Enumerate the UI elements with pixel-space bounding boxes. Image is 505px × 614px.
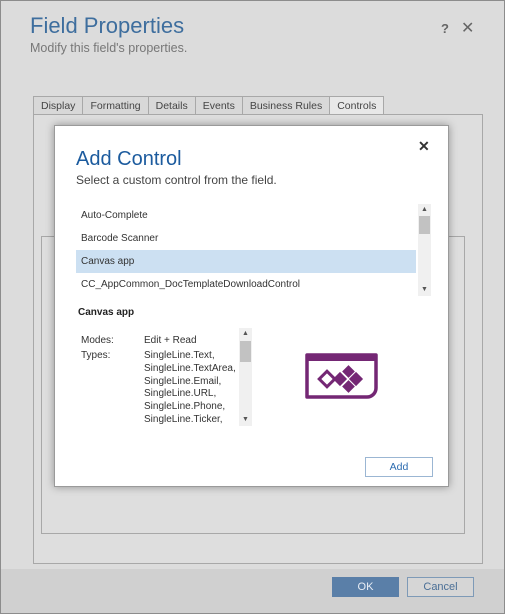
dialog-close-icon[interactable]: ✕ [418,138,430,155]
scroll-up-icon[interactable]: ▲ [418,204,431,216]
cancel-button[interactable]: Cancel [407,577,474,597]
add-button[interactable]: Add [365,457,433,477]
tab-display[interactable]: Display [33,96,84,115]
tab-formatting[interactable]: Formatting [82,96,149,115]
selected-control-name: Canvas app [78,307,135,318]
page-subtitle: Modify this field's properties. [30,41,188,55]
list-item-auto-complete[interactable]: Auto-Complete [76,204,416,227]
list-item-canvas-app[interactable]: Canvas app [76,250,416,273]
power-apps-icon [304,352,379,401]
control-list-scrollbar[interactable]: ▲ ▼ [418,204,431,296]
scroll-thumb[interactable] [240,341,251,362]
close-icon[interactable]: ✕ [461,18,474,38]
dialog-subtitle: Select a custom control from the field. [76,173,277,187]
list-item-barcode-scanner[interactable]: Barcode Scanner [76,227,416,250]
modes-label: Modes: [81,335,114,346]
types-value: SingleLine.Text, SingleLine.TextArea, Si… [144,350,236,425]
types-scrollbar[interactable]: ▲ ▼ [239,328,252,426]
dialog-title: Add Control [76,148,182,170]
ok-button[interactable]: OK [332,577,399,597]
page-title: Field Properties [30,13,185,38]
list-item-doc-template-download[interactable]: CC_AppCommon_DocTemplateDownloadControl [76,273,416,296]
tab-business-rules[interactable]: Business Rules [241,96,331,115]
scroll-down-icon[interactable]: ▼ [418,284,431,296]
scroll-up-icon[interactable]: ▲ [239,328,252,340]
tab-controls[interactable]: Controls [329,96,385,115]
tab-bar: Display Formatting Details Events Busine… [33,96,385,115]
scroll-down-icon[interactable]: ▼ [239,414,252,426]
scroll-thumb[interactable] [419,216,430,234]
control-list[interactable]: Auto-Complete Barcode Scanner Canvas app… [76,204,431,296]
tab-events[interactable]: Events [194,96,243,115]
add-control-dialog: Add Control Select a custom control from… [54,125,449,487]
help-icon[interactable]: ? [441,21,449,36]
modes-value: Edit + Read [144,335,197,346]
types-label: Types: [81,350,111,361]
tab-details[interactable]: Details [147,96,196,115]
